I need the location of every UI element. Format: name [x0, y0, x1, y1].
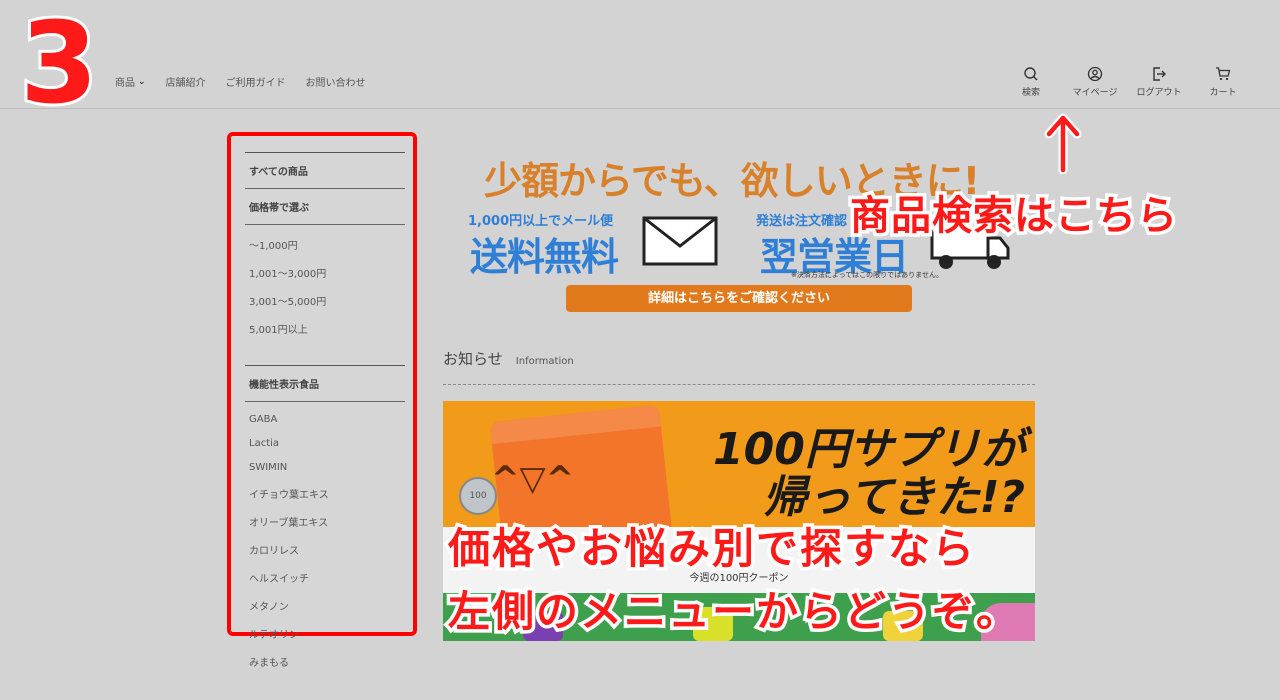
sidebar-item-all-products[interactable]: すべての商品 — [245, 152, 405, 189]
nav-item-label: お問い合わせ — [305, 78, 366, 89]
info-section-header: お知らせ Information — [443, 348, 1035, 385]
menu-hint-callout-line2: 左側のメニューからどうぞ。 — [444, 584, 1021, 640]
user-icon — [1087, 66, 1103, 82]
cart-icon — [1216, 67, 1231, 81]
nav-item-stores[interactable]: 店舗紹介 — [166, 74, 206, 89]
mascot-face: ^▽^ — [491, 459, 575, 499]
cart-label: カート — [1209, 88, 1237, 98]
chevron-down-icon: ⌄ — [138, 76, 146, 87]
info-title: お知らせ — [443, 350, 503, 368]
sidebar-content: すべての商品 価格帯で選ぶ 〜1,000円 1,001〜3,000円 3,001… — [245, 152, 405, 676]
sidebar-item-functional[interactable]: GABA — [245, 408, 405, 432]
mypage-button[interactable]: マイページ — [1072, 66, 1118, 98]
sidebar-item-functional[interactable]: イチョウ葉エキス — [245, 480, 405, 508]
cart-button[interactable]: カート — [1200, 66, 1246, 98]
logout-button[interactable]: ログアウト — [1136, 66, 1182, 98]
sidebar-item-functional[interactable]: メタノン — [245, 592, 405, 620]
arrow-up-icon — [1044, 113, 1082, 174]
nav-item-guide[interactable]: ご利用ガイド — [226, 74, 286, 89]
sidebar-heading-price: 価格帯で選ぶ — [245, 189, 405, 225]
banner-shipping-main: 送料無料 — [470, 235, 619, 279]
nav-item-label: 商品 — [115, 78, 135, 89]
sidebar-item-functional[interactable]: みまもる — [245, 648, 405, 676]
banner-details-button[interactable]: 詳細はこちらをご確認ください — [566, 285, 912, 312]
main-nav: 商品 ⌄ 店舗紹介 ご利用ガイド お問い合わせ — [115, 74, 366, 90]
sidebar-item-price[interactable]: 3,001〜5,000円 — [245, 287, 405, 315]
logout-label: ログアウト — [1136, 88, 1182, 98]
info-subtitle: Information — [515, 356, 574, 367]
sidebar-item-functional[interactable]: オリーブ葉エキス — [245, 508, 405, 536]
site-header: 商品 ⌄ 店舗紹介 ご利用ガイド お問い合わせ 検索 マイページ ログアウト カ… — [0, 0, 1280, 109]
utility-nav: 検索 マイページ ログアウト カート — [1008, 66, 1246, 98]
menu-hint-callout-line1: 価格やお悩み別で探すなら — [444, 521, 977, 577]
nav-item-products[interactable]: 商品 ⌄ — [115, 74, 146, 90]
sidebar-item-functional[interactable]: ヘルスイッチ — [245, 564, 405, 592]
search-hint-callout: 商品検索はこちら — [847, 190, 1181, 243]
envelope-icon — [642, 216, 718, 266]
sidebar-item-functional[interactable]: SWIMIN — [245, 456, 405, 480]
sidebar-item-functional[interactable]: カロリレス — [245, 536, 405, 564]
search-icon — [1024, 67, 1038, 81]
sidebar-item-price[interactable]: 5,001円以上 — [245, 315, 405, 343]
sidebar-menu: すべての商品 価格帯で選ぶ 〜1,000円 1,001〜3,000円 3,001… — [227, 132, 417, 669]
nav-item-label: ご利用ガイド — [225, 78, 286, 89]
search-button[interactable]: 検索 — [1008, 66, 1054, 98]
banner-note: ※決済方法によってはこの限りではありません。 — [791, 271, 943, 279]
search-label: 検索 — [1021, 88, 1040, 98]
nav-item-label: 店舗紹介 — [165, 78, 206, 89]
mypage-label: マイページ — [1072, 88, 1118, 98]
nav-item-contact[interactable]: お問い合わせ — [306, 74, 366, 89]
coin-image: 100 — [459, 477, 497, 515]
sidebar-heading-functional: 機能性表示食品 — [245, 365, 405, 402]
logout-icon — [1153, 67, 1166, 81]
sidebar-item-functional[interactable]: ルテオリン — [245, 620, 405, 648]
step-number: 3 — [17, 0, 101, 129]
sidebar-item-price[interactable]: 〜1,000円 — [245, 231, 405, 259]
sidebar-item-price[interactable]: 1,001〜3,000円 — [245, 259, 405, 287]
sidebar-item-functional[interactable]: Lactia — [245, 432, 405, 456]
